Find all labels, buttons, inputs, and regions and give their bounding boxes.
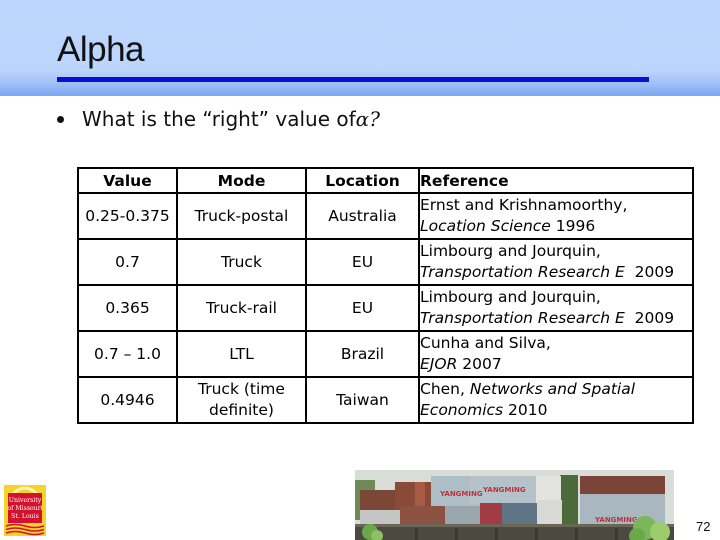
freight-train-photo: YANGMING YANGMING YANGMING bbox=[355, 470, 674, 540]
question-mark: ? bbox=[369, 107, 380, 131]
mode-text: Truck (time definite) bbox=[198, 380, 285, 419]
university-logo-icon: University of Missouri St. Louis bbox=[4, 485, 46, 536]
bullet-text: What is the “right” value of bbox=[82, 107, 356, 131]
bullet-icon bbox=[57, 115, 64, 123]
cell-location: Australia bbox=[305, 192, 420, 240]
ref-year: 2010 bbox=[503, 401, 548, 419]
cell-value: 0.25-0.375 bbox=[77, 192, 178, 240]
cell-mode: LTL bbox=[176, 330, 307, 378]
header-location: Location bbox=[305, 167, 420, 194]
container-text-3: YANGMING bbox=[594, 516, 638, 524]
container-text-2: YANGMING bbox=[482, 486, 526, 494]
cell-location: Brazil bbox=[305, 330, 420, 378]
alpha-values-table: Value Mode Location Reference 0.25-0.375… bbox=[77, 167, 694, 424]
cell-value: 0.4946 bbox=[77, 376, 178, 424]
ref-authors: Limbourg and Jourquin, bbox=[420, 242, 601, 260]
table-row: 0.25-0.375 Truck-postal Australia Ernst … bbox=[77, 192, 694, 240]
train-photo-image: YANGMING YANGMING YANGMING bbox=[355, 470, 674, 540]
ref-journal: EJOR bbox=[420, 355, 458, 373]
page-number: 72 bbox=[696, 519, 711, 534]
cell-reference: Chen, Networks and Spatial Economics 201… bbox=[418, 376, 694, 424]
cell-reference: Ernst and Krishnamoorthy, Location Scienc… bbox=[418, 192, 694, 240]
table-row: 0.7 – 1.0 LTL Brazil Cunha and Silva, EJO… bbox=[77, 330, 694, 378]
cell-location: EU bbox=[305, 238, 420, 286]
ref-journal: Transportation Research E bbox=[420, 263, 625, 281]
cell-mode: Truck-rail bbox=[176, 284, 307, 332]
logo-line-3: St. Louis bbox=[11, 513, 39, 520]
ref-authors: Chen, bbox=[420, 380, 470, 398]
table-row: 0.365 Truck-rail EU Limbourg and Jourqui… bbox=[77, 284, 694, 332]
ref-year: 2009 bbox=[624, 309, 675, 327]
table-row: 0.4946 Truck (time definite) Taiwan Chen… bbox=[77, 376, 694, 424]
ref-authors: Limbourg and Jourquin, bbox=[420, 288, 601, 306]
university-logo: University of Missouri St. Louis bbox=[4, 483, 46, 536]
header-mode: Mode bbox=[176, 167, 307, 194]
logo-line-1: University bbox=[9, 497, 42, 504]
table-header-row: Value Mode Location Reference bbox=[77, 167, 694, 194]
cell-value: 0.7 – 1.0 bbox=[77, 330, 178, 378]
cell-mode: Truck-postal bbox=[176, 192, 307, 240]
slide-header: Alpha bbox=[0, 0, 720, 96]
bullet-question: What is the “right” value ofα? bbox=[57, 106, 380, 132]
title-underline bbox=[57, 77, 649, 82]
ref-authors: Ernst and Krishnamoorthy, bbox=[420, 196, 628, 214]
header-reference: Reference bbox=[418, 167, 694, 194]
logo-line-2: of Missouri bbox=[7, 505, 42, 512]
container-text-1: YANGMING bbox=[439, 490, 483, 498]
alpha-symbol: α bbox=[355, 107, 370, 131]
cell-mode: Truck bbox=[176, 238, 307, 286]
table-row: 0.7 Truck EU Limbourg and Jourquin, Trans… bbox=[77, 238, 694, 286]
cell-reference: Cunha and Silva, EJOR 2007 bbox=[418, 330, 694, 378]
cell-value: 0.365 bbox=[77, 284, 178, 332]
cell-mode: Truck (time definite) bbox=[176, 376, 307, 424]
ref-year: 1996 bbox=[550, 217, 596, 235]
header-value: Value bbox=[77, 167, 178, 194]
cell-location: EU bbox=[305, 284, 420, 332]
cell-location: Taiwan bbox=[305, 376, 420, 424]
slide-title: Alpha bbox=[57, 30, 145, 69]
cell-reference: Limbourg and Jourquin, Transportation Res… bbox=[418, 284, 694, 332]
cell-reference: Limbourg and Jourquin, Transportation Res… bbox=[418, 238, 694, 286]
ref-authors: Cunha and Silva, bbox=[420, 334, 551, 352]
ref-year: 2007 bbox=[457, 355, 502, 373]
cell-value: 0.7 bbox=[77, 238, 178, 286]
ref-year: 2009 bbox=[624, 263, 675, 281]
ref-journal: Transportation Research E bbox=[420, 309, 625, 327]
ref-journal: Location Science bbox=[420, 217, 551, 235]
